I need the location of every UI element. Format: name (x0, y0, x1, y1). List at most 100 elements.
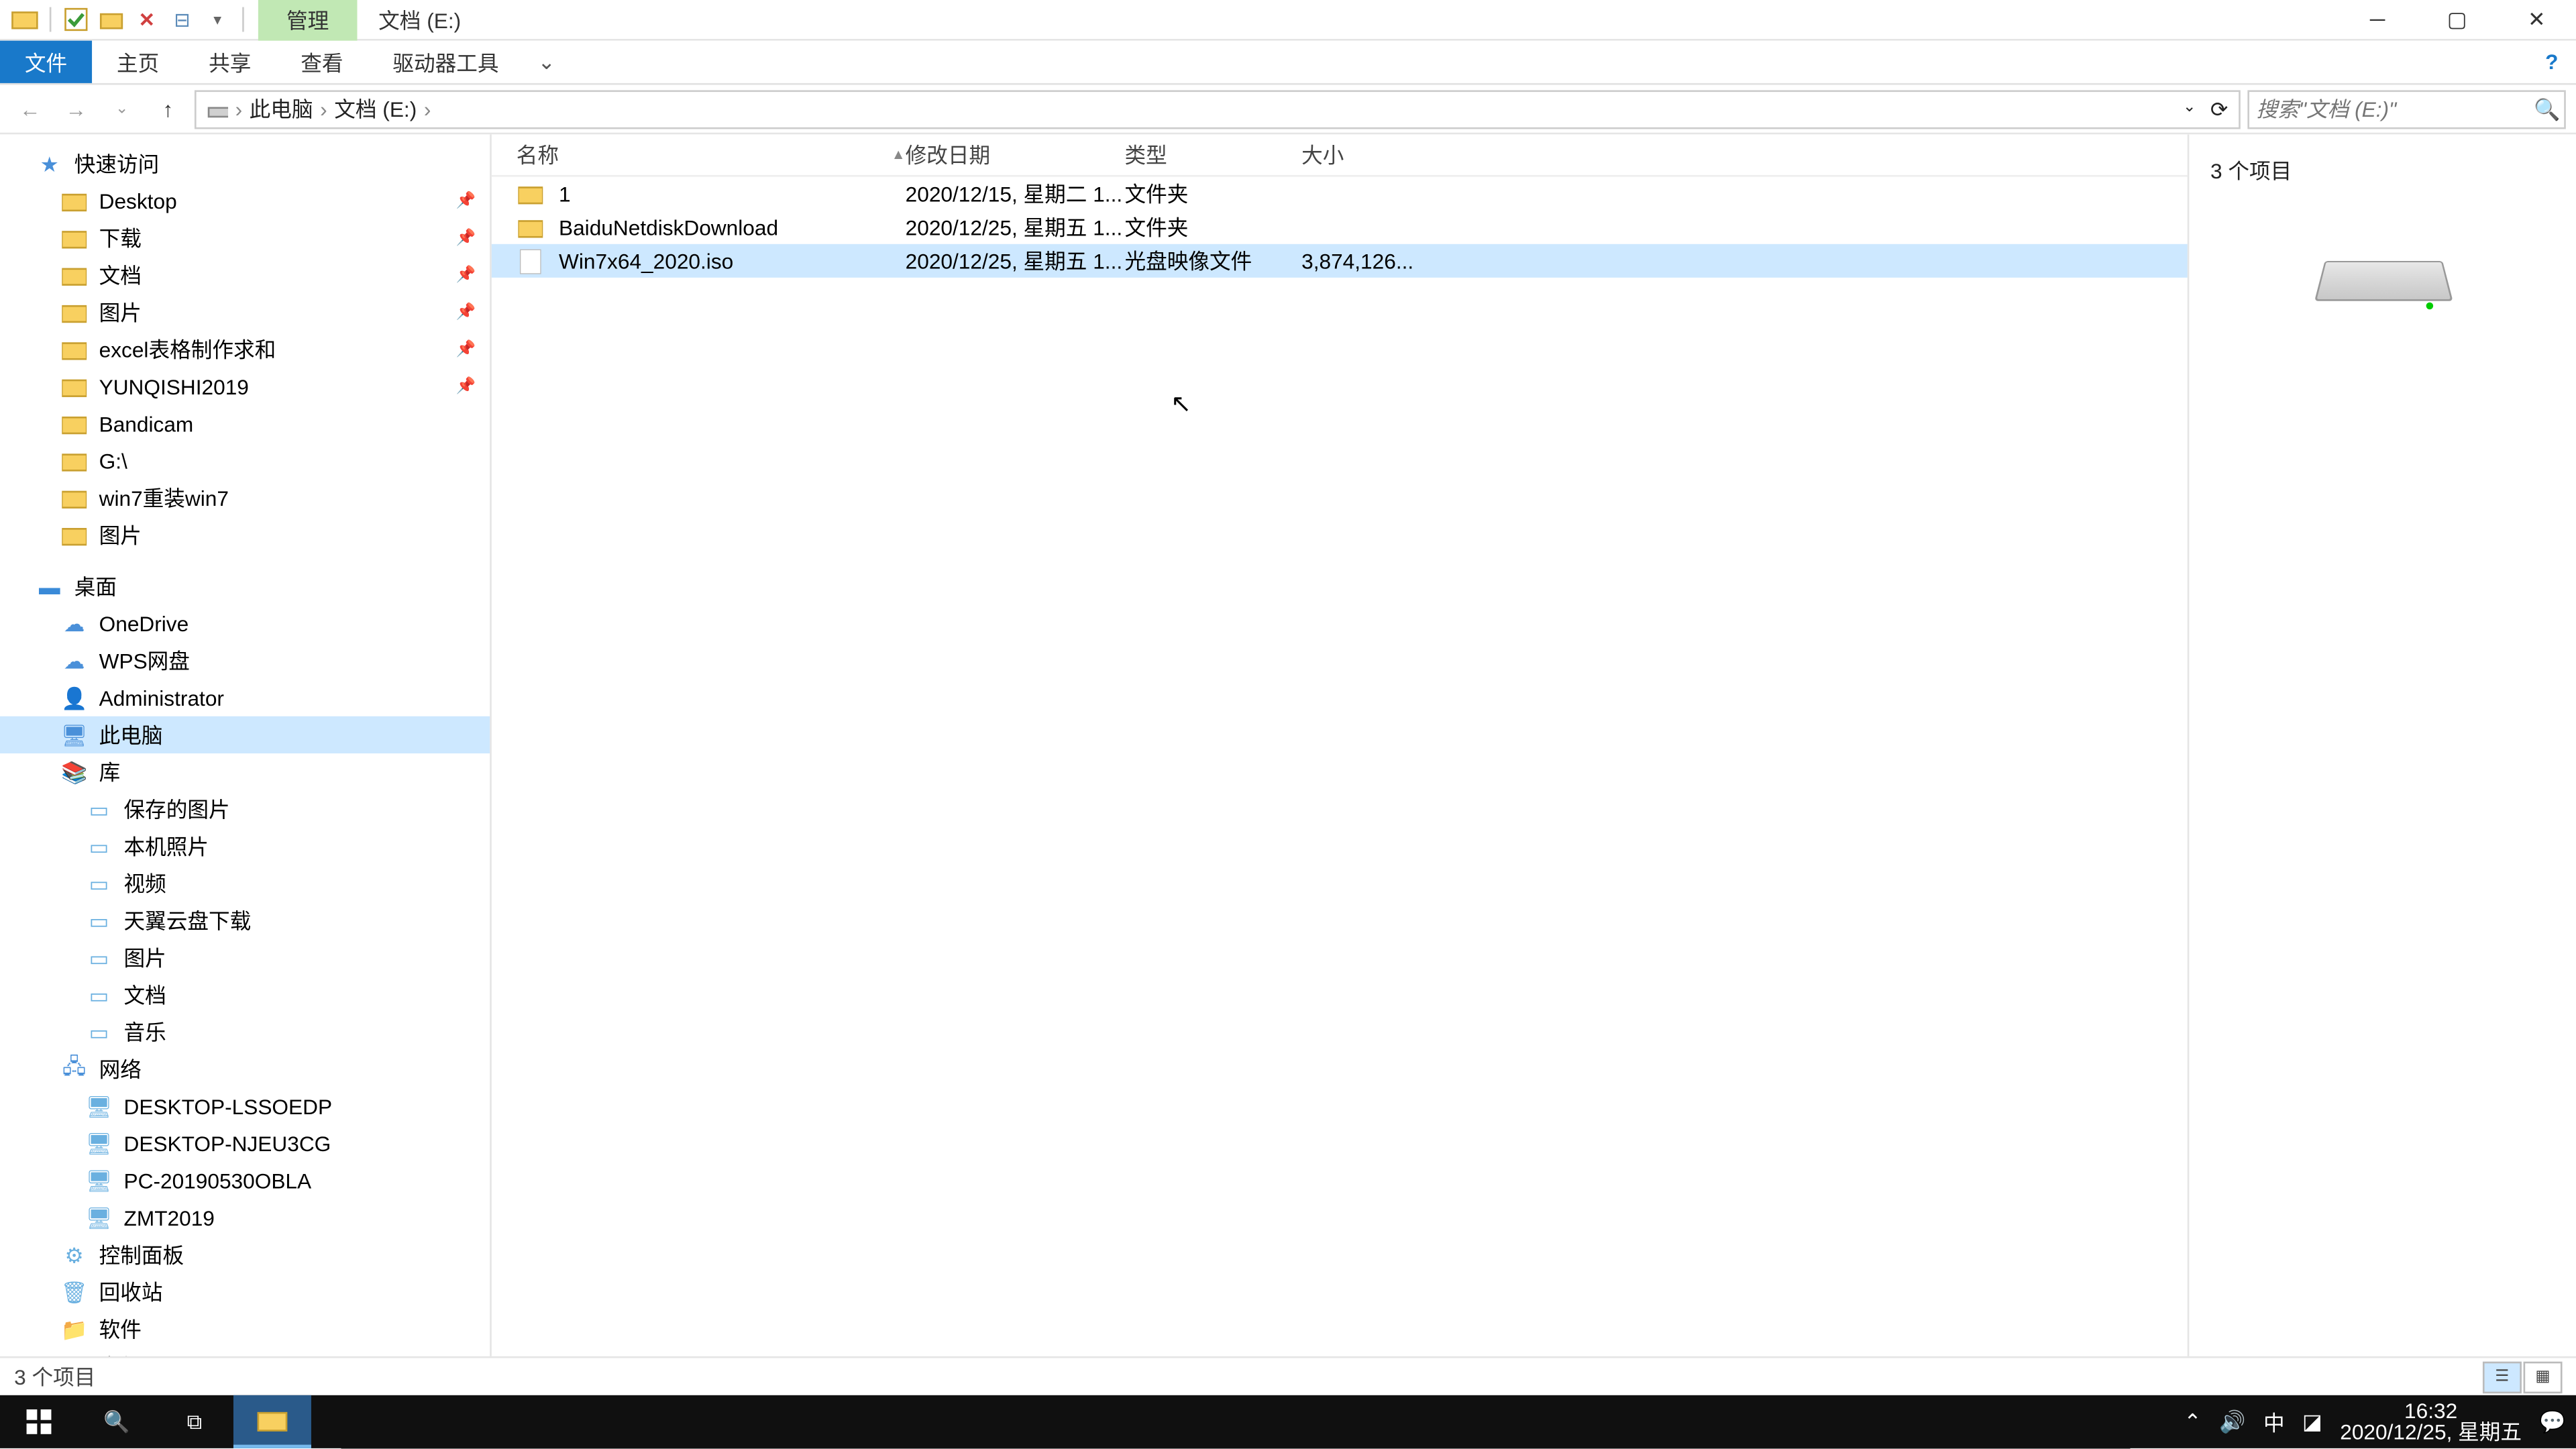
nav-recent-dropdown[interactable]: ⌄ (103, 89, 142, 128)
breadcrumb[interactable]: › 此电脑 › 文档 (E:) › ⌄ ⟳ (195, 89, 2241, 128)
help-button[interactable]: ? (2527, 41, 2576, 83)
nav-desktop-item[interactable]: ☁WPS网盘 (0, 642, 490, 679)
breadcrumb-drive[interactable]: 文档 (E:) (331, 94, 421, 124)
navigation-pane[interactable]: ★快速访问 Desktop📌下载📌文档📌图片📌excel表格制作求和📌YUNQI… (0, 134, 492, 1356)
nav-label: 网络 (99, 1054, 142, 1084)
nav-label: G:\ (99, 448, 127, 473)
folder-icon (60, 335, 89, 364)
nav-quick-item[interactable]: 下载📌 (0, 219, 490, 256)
breadcrumb-pc[interactable]: 此电脑 (246, 94, 316, 124)
ribbon-collapse-icon[interactable]: ⌄ (523, 41, 570, 83)
column-label: 名称 (517, 140, 559, 170)
explorer-taskbar-button[interactable] (233, 1395, 311, 1448)
qat-delete-icon[interactable]: ✕ (133, 5, 161, 34)
nav-other-item[interactable]: 📁文件 (0, 1348, 490, 1356)
qat-dropdown-icon[interactable]: ▾ (203, 5, 231, 34)
item-icon: 📁 (60, 1352, 89, 1356)
nav-forward-button[interactable]: → (56, 89, 95, 128)
ribbon-tab-home[interactable]: 主页 (92, 41, 184, 83)
nav-desktop-item[interactable]: 🖥此电脑 (0, 716, 490, 753)
library-icon: ▭ (85, 906, 113, 934)
file-list[interactable]: 名称▲ 修改日期 类型 大小 12020/12/15, 星期二 1...文件夹B… (492, 134, 2188, 1356)
file-row[interactable]: Win7x64_2020.iso2020/12/25, 星期五 1...光盘映像… (492, 244, 2188, 278)
action-center-icon[interactable]: 💬 (2539, 1409, 2565, 1434)
taskview-button[interactable]: ⧉ (156, 1395, 233, 1448)
view-icons-button[interactable]: ▦ (2524, 1360, 2563, 1392)
nav-other-item[interactable]: 🗑回收站 (0, 1273, 490, 1310)
minimize-button[interactable]: ─ (2338, 0, 2418, 40)
nav-quick-item[interactable]: 图片 (0, 517, 490, 553)
clock[interactable]: 16:32 2020/12/25, 星期五 (2340, 1401, 2522, 1443)
qat-rename-icon[interactable]: ⊟ (168, 5, 196, 34)
file-row[interactable]: 12020/12/15, 星期二 1...文件夹 (492, 177, 2188, 211)
column-headers: 名称▲ 修改日期 类型 大小 (492, 134, 2188, 176)
nav-network-item[interactable]: 🖥PC-20190530OBLA (0, 1162, 490, 1199)
nav-quick-item[interactable]: Desktop📌 (0, 182, 490, 219)
file-name: Win7x64_2020.iso (559, 248, 733, 273)
nav-quick-item[interactable]: Bandicam (0, 405, 490, 442)
clock-time: 16:32 (2340, 1401, 2522, 1422)
chevron-right-icon[interactable]: › (231, 97, 246, 121)
nav-desktop-item[interactable]: 👤Administrator (0, 679, 490, 716)
nav-network[interactable]: 🖧网络 (0, 1051, 490, 1087)
close-button[interactable]: ✕ (2497, 0, 2576, 40)
nav-quick-item[interactable]: 图片📌 (0, 294, 490, 331)
column-name[interactable]: 名称▲ (517, 140, 906, 170)
nav-quick-item[interactable]: 文档📌 (0, 256, 490, 293)
search-input[interactable] (2257, 97, 2534, 121)
nav-desktop[interactable]: ▬桌面 (0, 568, 490, 604)
refresh-icon[interactable]: ⟳ (2207, 97, 2232, 121)
address-dropdown-icon[interactable]: ⌄ (2180, 97, 2200, 121)
qat-properties-icon[interactable] (62, 5, 90, 34)
view-details-button[interactable]: ☰ (2483, 1360, 2522, 1392)
nav-label: 本机照片 (124, 831, 209, 861)
nav-library-item[interactable]: ▭图片 (0, 939, 490, 976)
search-icon[interactable]: 🔍 (2534, 97, 2560, 121)
start-button[interactable] (0, 1395, 78, 1448)
file-row[interactable]: BaiduNetdiskDownload2020/12/25, 星期五 1...… (492, 211, 2188, 244)
nav-desktop-item[interactable]: 📚库 (0, 753, 490, 790)
desktop-icon: ▬ (36, 572, 64, 600)
column-type[interactable]: 类型 (1124, 140, 1301, 170)
search-button[interactable]: 🔍 (78, 1395, 156, 1448)
chevron-right-icon[interactable]: › (421, 97, 435, 121)
nav-quick-item[interactable]: YUNQISHI2019📌 (0, 368, 490, 405)
nav-up-button[interactable]: ↑ (148, 89, 187, 128)
ribbon-tab-share[interactable]: 共享 (184, 41, 276, 83)
nav-network-item[interactable]: 🖥ZMT2019 (0, 1199, 490, 1236)
nav-library-item[interactable]: ▭文档 (0, 976, 490, 1013)
nav-label: 回收站 (99, 1277, 163, 1307)
volume-icon[interactable]: 🔊 (2219, 1409, 2245, 1434)
nav-network-item[interactable]: 🖥DESKTOP-LSSOEDP (0, 1087, 490, 1124)
nav-library-item[interactable]: ▭音乐 (0, 1013, 490, 1050)
nav-label: 软件 (99, 1314, 142, 1344)
ribbon-tab-file[interactable]: 文件 (0, 41, 92, 83)
column-size[interactable]: 大小 (1301, 140, 1443, 170)
contextual-tab[interactable]: 管理 (258, 0, 358, 40)
nav-other-item[interactable]: ⚙控制面板 (0, 1236, 490, 1273)
qat-newfolder-icon[interactable] (97, 5, 125, 34)
nav-quick-item[interactable]: excel表格制作求和📌 (0, 331, 490, 368)
nav-other-item[interactable]: 📁软件 (0, 1310, 490, 1347)
security-icon[interactable]: ◪ (2302, 1409, 2322, 1434)
nav-library-item[interactable]: ▭保存的图片 (0, 790, 490, 827)
ime-indicator[interactable]: 中 (2263, 1407, 2285, 1437)
file-type: 光盘映像文件 (1124, 246, 1301, 276)
nav-label: YUNQISHI2019 (99, 374, 249, 399)
nav-library-item[interactable]: ▭本机照片 (0, 828, 490, 865)
tray-overflow-icon[interactable]: ⌃ (2184, 1409, 2202, 1434)
search-box[interactable]: 🔍 (2247, 89, 2565, 128)
nav-quick-access[interactable]: ★快速访问 (0, 145, 490, 182)
nav-quick-item[interactable]: G:\ (0, 442, 490, 479)
column-date[interactable]: 修改日期 (906, 140, 1125, 170)
ribbon-tab-view[interactable]: 查看 (276, 41, 368, 83)
nav-desktop-item[interactable]: ☁OneDrive (0, 605, 490, 642)
nav-network-item[interactable]: 🖥DESKTOP-NJEU3CG (0, 1124, 490, 1161)
nav-library-item[interactable]: ▭天翼云盘下载 (0, 902, 490, 938)
ribbon-tab-drivetools[interactable]: 驱动器工具 (368, 41, 523, 83)
nav-quick-item[interactable]: win7重装win7 (0, 479, 490, 516)
maximize-button[interactable]: ▢ (2417, 0, 2497, 40)
nav-back-button[interactable]: ← (11, 89, 50, 128)
chevron-right-icon[interactable]: › (317, 97, 331, 121)
nav-library-item[interactable]: ▭视频 (0, 865, 490, 902)
